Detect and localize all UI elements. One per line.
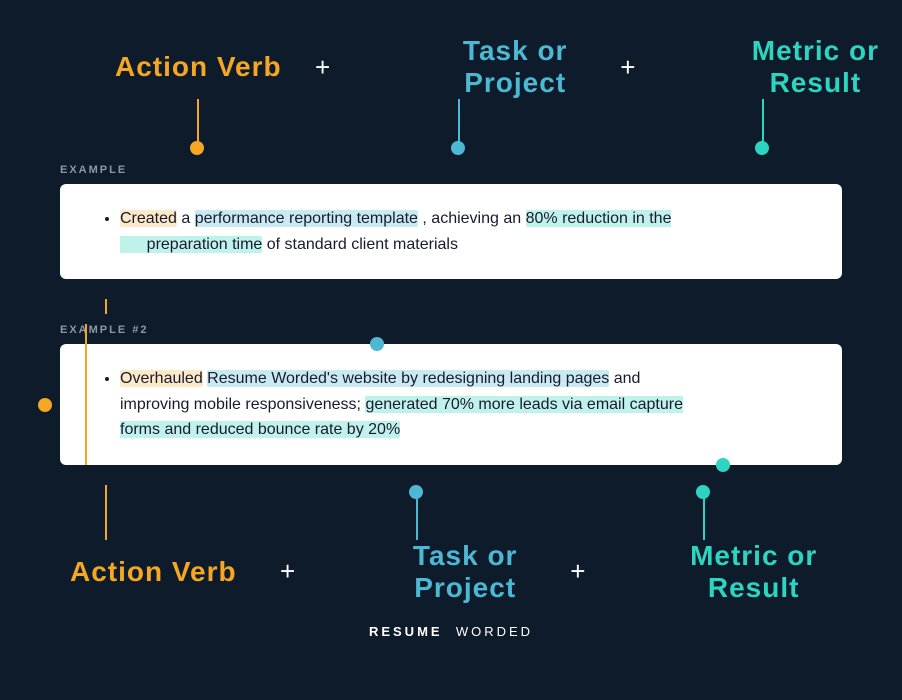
teal-dot-bottom-top: [696, 485, 710, 499]
bottom-formula-row: Action Verb + Task or Project + Metric o…: [40, 540, 862, 614]
example1-task-span: performance reporting template: [195, 210, 418, 227]
orange-left-line-gap: [105, 299, 107, 314]
example2-task-span: Resume Worded's website by redesigning l…: [207, 370, 609, 387]
example1-section: EXAMPLE Created a performance reporting …: [40, 164, 862, 279]
example2-bullet-list: Overhauled Resume Worded's website by re…: [110, 366, 812, 443]
top-connectors: [40, 99, 862, 154]
top-metric-label: Metric or Result: [730, 35, 900, 99]
top-formula-row: Action Verb + Task or Project + Metric o…: [40, 20, 862, 99]
top-plus1: +: [315, 52, 330, 83]
example1-bullet-list: Created a performance reporting template…: [110, 206, 812, 257]
example2-action-span: Overhauled: [120, 370, 203, 387]
example2-card: Overhauled Resume Worded's website by re…: [60, 344, 842, 465]
top-action-verb-label: Action Verb: [115, 51, 295, 83]
bottom-plus1: +: [280, 556, 295, 587]
bottom-metric-label: Metric or Result: [665, 540, 842, 604]
bottom-plus2: +: [570, 556, 585, 587]
orange-left-vertical: [85, 324, 87, 465]
bottom-task-label: Task or Project: [380, 540, 550, 604]
teal-line-top: [762, 99, 764, 147]
example1-action-span: Created: [120, 210, 177, 227]
example1-text-a: a: [181, 210, 194, 227]
example1-text-b: , achieving an: [422, 210, 525, 227]
footer-worded: WORDED: [456, 624, 533, 639]
blue-dot-top: [451, 141, 465, 155]
orange-dot-card2-left: [38, 398, 52, 412]
footer-resume: RESUME: [369, 624, 443, 639]
example1-text-c: of standard client materials: [267, 236, 458, 253]
example1-bullet-item: Created a performance reporting template…: [120, 206, 812, 257]
orange-dot-top: [190, 141, 204, 155]
blue-line-top: [458, 99, 460, 147]
main-container: Action Verb + Task or Project + Metric o…: [0, 0, 902, 700]
teal-line-bottom: [703, 492, 705, 540]
blue-dot-card2-top: [370, 337, 384, 351]
example1-label: EXAMPLE: [60, 164, 842, 176]
example1-card: Created a performance reporting template…: [60, 184, 842, 279]
footer: RESUME WORDED: [40, 624, 862, 639]
blue-line-bottom: [416, 492, 418, 540]
example2-label: EXAMPLE #2: [60, 324, 842, 336]
example2-bullet-item: Overhauled Resume Worded's website by re…: [120, 366, 812, 443]
orange-line-bottom: [105, 485, 107, 540]
gap1: [40, 299, 862, 314]
orange-line-top: [197, 99, 199, 147]
bottom-connectors: [40, 485, 862, 540]
blue-dot-bottom-top: [409, 485, 423, 499]
teal-dot-top: [755, 141, 769, 155]
top-task-label: Task or Project: [430, 35, 600, 99]
teal-dot-card2-bottom: [716, 458, 730, 472]
top-plus2: +: [620, 52, 635, 83]
example2-section: EXAMPLE #2 Overhauled Resume Worded's we…: [40, 324, 862, 465]
bottom-action-verb-label: Action Verb: [70, 556, 260, 588]
